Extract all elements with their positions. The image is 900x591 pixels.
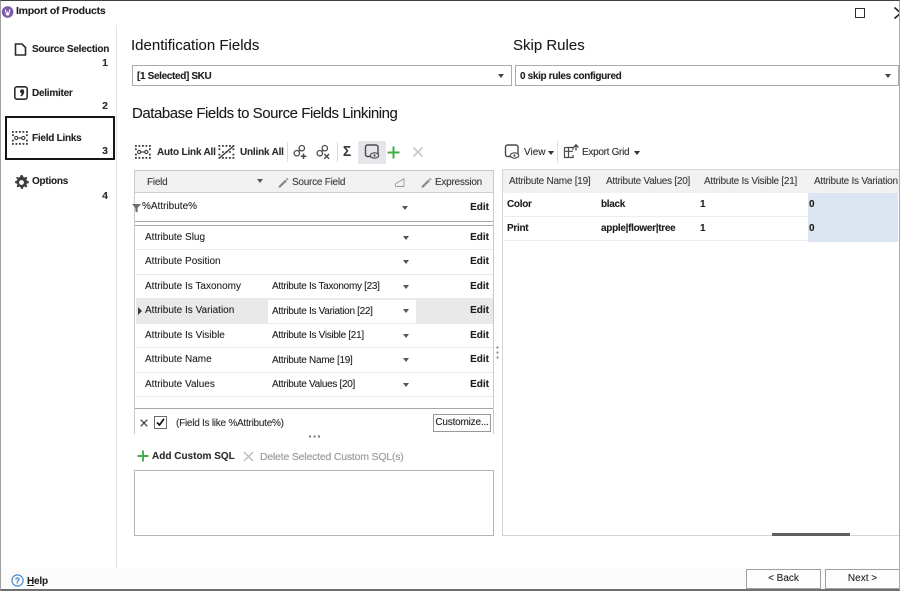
svg-text:?: ?	[15, 576, 20, 586]
